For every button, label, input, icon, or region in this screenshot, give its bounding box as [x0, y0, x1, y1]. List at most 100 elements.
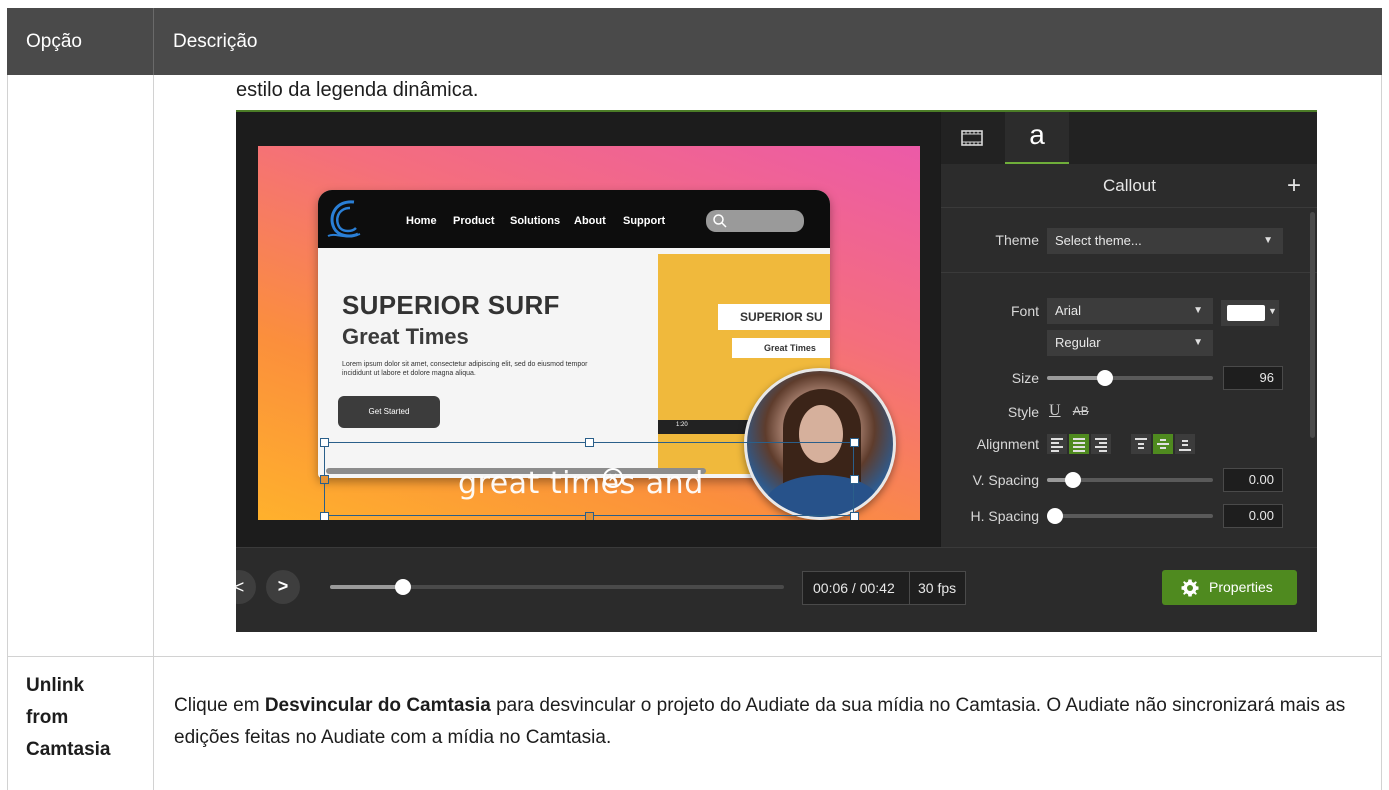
- font-weight-value: Regular: [1055, 335, 1101, 350]
- timecode-display: 00:06 / 00:42 30 fps: [802, 571, 966, 605]
- resize-handle-br[interactable]: [850, 512, 859, 520]
- align-left-button[interactable]: [1047, 434, 1067, 454]
- row2-option-line: from: [26, 707, 69, 728]
- tab-visual[interactable]: [941, 112, 1005, 164]
- row2-option-line: Unlink: [26, 675, 85, 696]
- previous-button[interactable]: <: [236, 570, 256, 604]
- nav-solutions: Solutions: [510, 215, 561, 227]
- header-description: Descrição: [173, 31, 258, 52]
- panel-title: Callout: [941, 164, 1317, 208]
- chevron-down-icon: ▼: [1263, 235, 1273, 246]
- theme-select[interactable]: Select theme... ▼: [1047, 228, 1283, 254]
- row2-description: Clique em Desvincular do Camtasia para d…: [174, 690, 1364, 754]
- alignment-label: Alignment: [976, 436, 1039, 452]
- nav-support: Support: [623, 215, 666, 227]
- resize-handle-tl[interactable]: [320, 438, 329, 447]
- search-icon: [713, 214, 727, 228]
- chevron-down-icon: ▼: [1193, 305, 1203, 316]
- table-border-left: [7, 75, 8, 790]
- resize-handle-bl[interactable]: [320, 512, 329, 520]
- valign-middle-button[interactable]: [1153, 434, 1173, 454]
- website-body: Lorem ipsum dolor sit amet, consectetur …: [342, 361, 588, 377]
- theme-select-value: Select theme...: [1055, 233, 1142, 248]
- website-cta: Get Started: [338, 396, 440, 428]
- film-icon: [961, 130, 983, 146]
- timecode: 00:06 / 00:42: [813, 580, 895, 596]
- size-slider[interactable]: [1047, 376, 1213, 380]
- chevron-down-icon: ▼: [1268, 306, 1277, 316]
- properties-panel: a Callout + Theme Select theme... ▼ Font…: [940, 112, 1317, 547]
- row2-option-name: Unlink from Camtasia: [26, 670, 111, 766]
- properties-label: Properties: [1209, 579, 1273, 595]
- hero-card-title: SUPERIOR SU: [718, 304, 830, 330]
- add-preset-button[interactable]: +: [1287, 164, 1301, 208]
- fps-display: 30 fps: [909, 572, 967, 604]
- table-column-divider: [153, 75, 154, 790]
- align-right-button[interactable]: [1091, 434, 1111, 454]
- resize-handle-tr[interactable]: [850, 438, 859, 447]
- header-divider: [153, 8, 154, 75]
- v-spacing-knob[interactable]: [1065, 472, 1081, 488]
- table-header: Opção Descrição: [7, 8, 1382, 75]
- table-row-divider: [7, 656, 1382, 657]
- row2-text-before: Clique em: [174, 695, 265, 716]
- dynamic-caption-text[interactable]: great times and: [458, 466, 704, 501]
- website-nav: Home Product Solutions About Support: [318, 190, 830, 248]
- website-search: [706, 210, 804, 232]
- theme-label: Theme: [995, 232, 1039, 248]
- website-headline: SUPERIOR SURF: [342, 290, 560, 320]
- valign-top-button[interactable]: [1131, 434, 1151, 454]
- next-button[interactable]: >: [266, 570, 300, 604]
- website-subheadline: Great Times: [342, 324, 469, 349]
- row1-caption: estilo da legenda dinâmica.: [236, 79, 479, 101]
- wave-logo-icon: [327, 200, 361, 238]
- rotate-handle-icon[interactable]: ✕: [603, 468, 623, 488]
- playhead-progress: [330, 585, 403, 589]
- size-input[interactable]: 96: [1223, 366, 1283, 390]
- panel-scrollbar[interactable]: [1310, 212, 1315, 438]
- resize-handle-tc[interactable]: [585, 438, 594, 447]
- style-buttons: U AB: [1049, 402, 1089, 420]
- resize-handle-ml[interactable]: [320, 475, 329, 484]
- h-spacing-slider[interactable]: [1047, 514, 1213, 518]
- playhead-knob[interactable]: [395, 579, 411, 595]
- resize-handle-mr[interactable]: [850, 475, 859, 484]
- panel-divider: [941, 272, 1317, 273]
- website-video-bar: 1:20: [658, 420, 758, 434]
- valign-bottom-button[interactable]: [1175, 434, 1195, 454]
- font-weight-select[interactable]: Regular ▼: [1047, 330, 1213, 356]
- nav-about: About: [574, 215, 606, 227]
- v-spacing-input[interactable]: 0.00: [1223, 468, 1283, 492]
- strikethrough-button[interactable]: AB: [1073, 404, 1089, 418]
- properties-button[interactable]: Properties: [1162, 570, 1297, 605]
- header-option: Opção: [26, 31, 82, 52]
- h-spacing-label: H. Spacing: [970, 508, 1039, 524]
- h-spacing-knob[interactable]: [1047, 508, 1063, 524]
- h-spacing-input[interactable]: 0.00: [1223, 504, 1283, 528]
- v-spacing-label: V. Spacing: [972, 472, 1039, 488]
- video-time: 1:20: [676, 422, 688, 428]
- playback-bar: < > 00:06 / 00:42 30 fps Properties: [236, 547, 1317, 632]
- font-color-picker[interactable]: ▼: [1221, 300, 1279, 326]
- row2-option-line: Camtasia: [26, 739, 111, 760]
- tab-text[interactable]: a: [1005, 112, 1069, 164]
- font-select[interactable]: Arial ▼: [1047, 298, 1213, 324]
- nav-home: Home: [406, 215, 437, 227]
- size-label: Size: [1011, 370, 1039, 386]
- resize-handle-bc[interactable]: [585, 512, 594, 520]
- canvas-slide[interactable]: Home Product Solutions About Support SUP…: [258, 146, 920, 520]
- canvas-area: Home Product Solutions About Support SUP…: [236, 112, 940, 547]
- camtasia-screenshot: Home Product Solutions About Support SUP…: [236, 110, 1317, 632]
- row2-text-bold: Desvincular do Camtasia: [264, 695, 491, 716]
- size-slider-knob[interactable]: [1097, 370, 1113, 386]
- font-select-value: Arial: [1055, 303, 1082, 318]
- hero-card-subtitle: Great Times: [732, 338, 830, 358]
- underline-button[interactable]: U: [1049, 402, 1061, 419]
- font-color-swatch: [1227, 305, 1265, 321]
- style-label: Style: [1007, 404, 1039, 420]
- font-label: Font: [1010, 303, 1039, 319]
- nav-product: Product: [453, 215, 495, 227]
- gear-icon: [1181, 579, 1199, 597]
- table-border-right: [1381, 75, 1382, 790]
- align-center-button[interactable]: [1069, 434, 1089, 454]
